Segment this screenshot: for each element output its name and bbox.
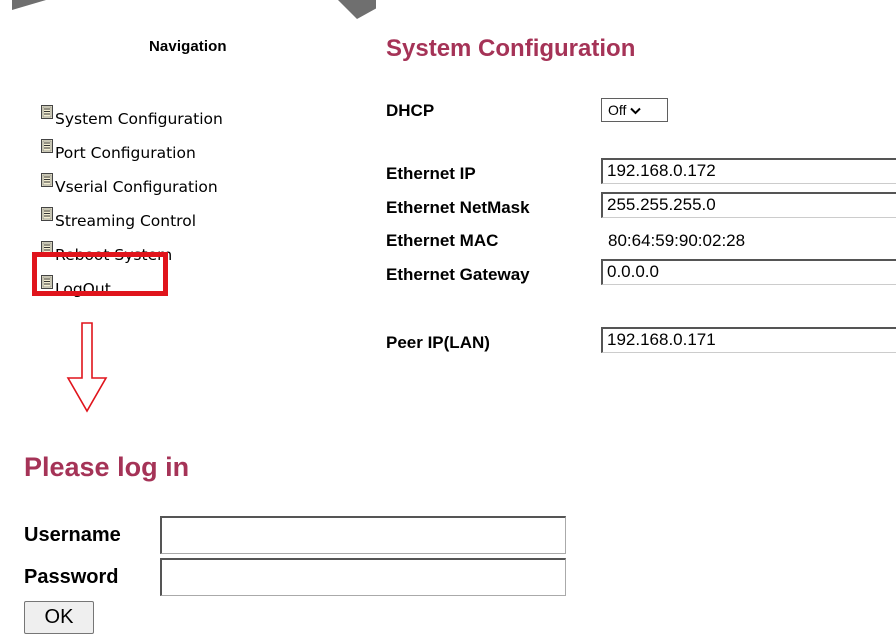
- nav-item-system-configuration[interactable]: System Configuration: [41, 91, 223, 128]
- ethernet-netmask-field[interactable]: 255.255.255.0: [601, 192, 896, 218]
- system-configuration-title: System Configuration: [386, 35, 636, 62]
- ethernet-gateway-label: Ethernet Gateway: [386, 265, 530, 284]
- nav-item-port-configuration[interactable]: Port Configuration: [41, 125, 223, 162]
- nav-item-streaming-control[interactable]: Streaming Control: [41, 193, 223, 230]
- ethernet-ip-field[interactable]: 192.168.0.172: [601, 158, 896, 184]
- nav-item-label: Port Configuration: [55, 144, 196, 162]
- ethernet-mac-label: Ethernet MAC: [386, 231, 499, 250]
- logout-highlight-box: [32, 252, 168, 296]
- dhcp-label: DHCP: [386, 101, 435, 120]
- username-label: Username: [24, 524, 121, 546]
- ethernet-mac-value: 80:64:59:90:02:28: [608, 231, 746, 250]
- password-label: Password: [24, 566, 119, 588]
- peer-ip-label: Peer IP(LAN): [386, 333, 490, 352]
- nav-item-vserial-configuration[interactable]: Vserial Configuration: [41, 159, 223, 196]
- corner-decoration-right: [338, 0, 376, 19]
- login-title: Please log in: [24, 452, 190, 482]
- password-input[interactable]: [160, 558, 566, 596]
- down-arrow-annotation: [66, 322, 108, 419]
- document-icon: [41, 207, 53, 221]
- ethernet-gateway-field[interactable]: 0.0.0.0: [601, 259, 896, 285]
- ok-button[interactable]: OK: [24, 601, 94, 634]
- corner-decoration-left: [12, 0, 46, 10]
- document-icon: [41, 173, 53, 187]
- dhcp-select-value: Off: [608, 102, 627, 118]
- ethernet-netmask-label: Ethernet NetMask: [386, 198, 530, 217]
- ethernet-ip-label: Ethernet IP: [386, 164, 476, 183]
- nav-item-label: System Configuration: [55, 110, 223, 128]
- chevron-down-icon: [630, 102, 642, 118]
- username-input[interactable]: [160, 516, 566, 554]
- document-icon: [41, 139, 53, 153]
- nav-item-label: Streaming Control: [55, 212, 197, 230]
- page-canvas: Navigation System Configuration Port Con…: [0, 0, 896, 641]
- document-icon: [41, 105, 53, 119]
- peer-ip-field[interactable]: 192.168.0.171: [601, 327, 896, 353]
- dhcp-select[interactable]: Off: [601, 98, 668, 122]
- navigation-title: Navigation: [149, 38, 227, 55]
- nav-item-label: Vserial Configuration: [55, 178, 218, 196]
